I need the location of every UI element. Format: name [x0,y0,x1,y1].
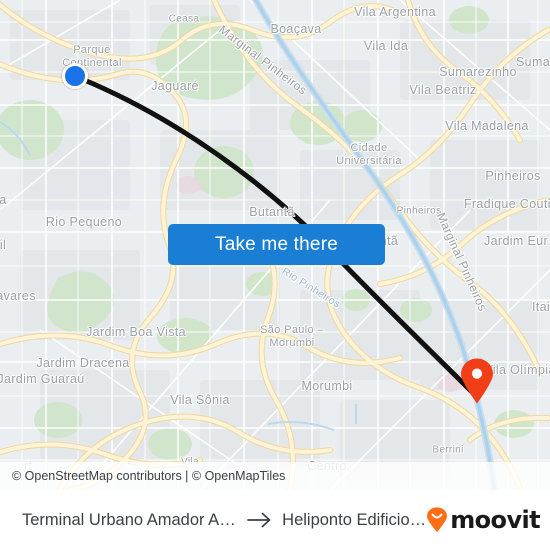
take-me-there-button[interactable]: Take me there [168,224,385,265]
trip-destination-label: Heliponto Edificio … [282,510,427,529]
moovit-wordmark: moovit [450,506,540,534]
take-me-there-label: Take me there [215,233,338,255]
destination-pin-icon [461,358,493,404]
map-canvas[interactable]: Vila Argentina Boaçava Ceasa Vila Ida Parque… [0,0,550,490]
destination-pin[interactable] [460,358,494,404]
map-attribution-bar: © OpenStreetMap contributors | © OpenMap… [0,462,550,490]
arrow-right-icon [247,512,273,528]
arrow-right-glyph [247,512,271,528]
trip-summary-bar: Terminal Urbano Amador Ag… Heliponto Edi… [0,490,550,550]
moovit-logo[interactable]: moovit [426,506,541,534]
moovit-route-screen: Vila Argentina Boaçava Ceasa Vila Ida Parque… [0,0,550,550]
map-attribution-text[interactable]: © OpenStreetMap contributors | © OpenMap… [12,469,285,483]
trip-origin-label: Terminal Urbano Amador Ag… [22,510,239,529]
moovit-pin-icon [427,507,448,532]
current-location-dot[interactable] [62,63,88,89]
